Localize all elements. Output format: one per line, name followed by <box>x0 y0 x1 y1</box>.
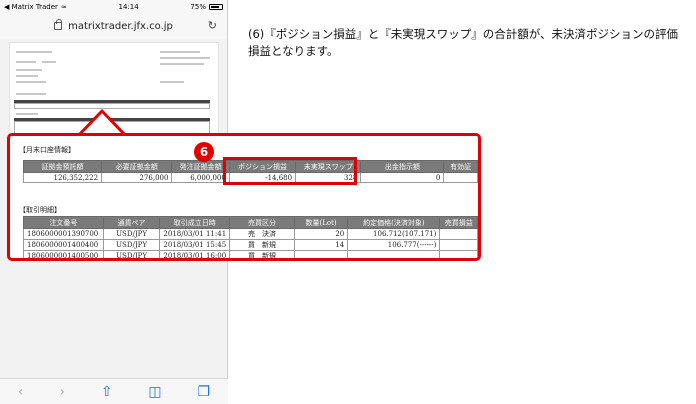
table-cell: 276,000 <box>101 172 173 183</box>
table-cell <box>443 172 478 183</box>
table-cell <box>439 239 478 251</box>
table-cell: 2018/03/01 16:00 <box>159 250 231 258</box>
table-cell: USD/JPY <box>102 239 161 251</box>
description-text: (6)『ポジション損益』と『未実現スワップ』の合計額が、未決済ポジションの評価損… <box>248 27 679 58</box>
table-cell: 買 新規 <box>229 250 295 258</box>
table-cell <box>293 250 349 258</box>
table-cell: 20 <box>293 228 349 240</box>
table-cell: USD/JPY <box>102 228 161 240</box>
forward-icon[interactable]: › <box>59 384 65 400</box>
battery-icon <box>208 3 223 10</box>
table-cell: 6,000,000 <box>171 172 230 183</box>
table-cell: 14 <box>293 239 349 251</box>
table-cell: USD/JPY <box>102 250 161 258</box>
table-cell: 売 決済 <box>229 228 295 240</box>
step-badge: 6 <box>194 142 214 162</box>
table-cell: 126,352,222 <box>22 172 103 183</box>
table-cell <box>347 250 441 258</box>
table-cell <box>439 228 478 240</box>
browser-toolbar: ‹ › ⇧ ◫ ❐ <box>0 378 228 404</box>
trade-header: 通貨ペア <box>102 216 161 229</box>
trade-header: 売買損益 <box>439 216 478 229</box>
account-section-title: 【月末口座情報】 <box>19 146 75 154</box>
table-cell: 0 <box>360 172 445 183</box>
share-icon[interactable]: ⇧ <box>101 384 113 400</box>
back-icon[interactable]: ‹ <box>18 384 24 400</box>
table-cell: 1806000001400400 <box>23 239 104 251</box>
reload-icon[interactable]: ↻ <box>208 19 217 32</box>
table-cell: 買 新規 <box>229 239 295 251</box>
table-cell: 2018/03/01 15:45 <box>159 239 231 251</box>
table-cell <box>439 250 478 258</box>
account-header: 出金指示額 <box>360 160 445 173</box>
stage: ◀ Matrix Trader ≈ 14:14 75% matrixtrader… <box>0 0 696 404</box>
table-row: 1806000001390700 USD/JPY 2018/03/01 11:4… <box>23 228 478 240</box>
url-text[interactable]: matrixtrader.jfx.co.jp <box>68 21 173 32</box>
trade-header: 数量(Lot) <box>293 216 349 229</box>
account-header: 必要証拠金額 <box>101 160 173 173</box>
trade-header: 注文番号 <box>23 216 104 229</box>
carrier-label: ◀ Matrix Trader <box>4 2 58 11</box>
wifi-icon: ≈ <box>60 2 67 11</box>
status-bar: ◀ Matrix Trader ≈ 14:14 75% <box>0 0 227 13</box>
trade-header: 売買区分 <box>229 216 295 229</box>
trade-header: 約定価格(決済対象) <box>347 216 441 229</box>
table-cell: 106.777(------) <box>347 239 441 251</box>
bookmarks-icon[interactable]: ◫ <box>148 384 161 400</box>
account-header: 証拠金預託額 <box>22 160 103 173</box>
table-cell: 106.712(107.171) <box>347 228 441 240</box>
table-cell: 2018/03/01 11:41 <box>159 228 231 240</box>
table-row: 1806000001400400 USD/JPY 2018/03/01 15:4… <box>23 239 478 251</box>
trades-section-title: 【取引明細】 <box>19 206 61 214</box>
clock: 14:14 <box>118 2 139 11</box>
account-header: 有効証 <box>443 160 478 173</box>
address-bar[interactable]: matrixtrader.jfx.co.jp ↻ <box>0 13 227 39</box>
highlight-box <box>223 157 357 185</box>
tabs-icon[interactable]: ❐ <box>197 384 210 400</box>
table-cell: 1806000001390700 <box>23 228 104 240</box>
account-header: 発注証拠金額 <box>171 160 230 173</box>
table-row: 1806000001400500 USD/JPY 2018/03/01 16:0… <box>23 250 478 258</box>
trade-header: 取引成立日時 <box>159 216 231 229</box>
battery-percent: 75% <box>190 2 206 11</box>
lock-icon <box>54 19 63 30</box>
trade-details-table: 注文番号 通貨ペア 取引成立日時 売買区分 数量(Lot) 約定価格(決済対象)… <box>23 216 478 258</box>
table-cell: 1806000001400500 <box>23 250 104 258</box>
zoomed-statement-panel: 【月末口座情報】 証拠金預託額 必要証拠金額 発注証拠金額 ポジション損益 未実… <box>7 133 481 261</box>
